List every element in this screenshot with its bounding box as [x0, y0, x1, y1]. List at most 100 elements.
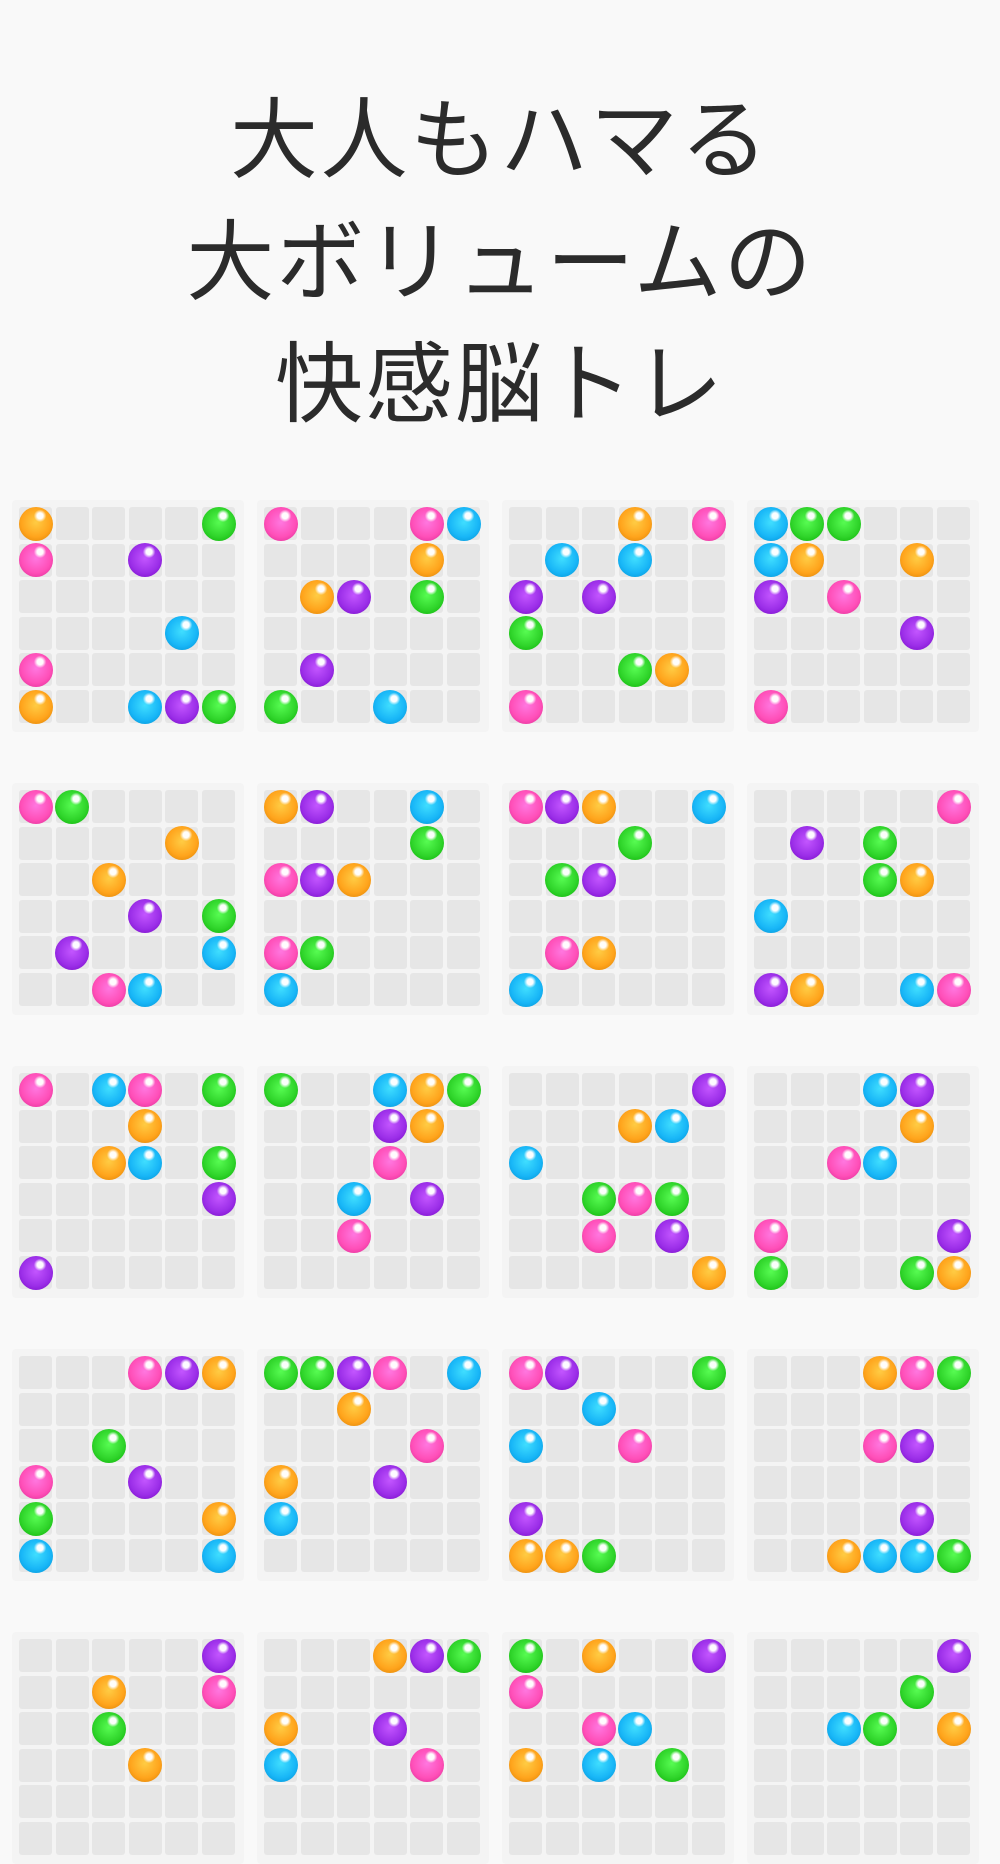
grid-cell	[582, 616, 616, 650]
grid-cell	[128, 863, 162, 897]
puzzle-board[interactable]	[747, 1632, 979, 1864]
grid-cell	[827, 690, 861, 723]
grid-cell	[337, 1465, 371, 1499]
grid-cell	[692, 616, 725, 650]
puzzle-board[interactable]	[502, 1066, 734, 1298]
grid-cell	[373, 653, 407, 687]
puzzle-board[interactable]	[12, 500, 244, 732]
grid-cell	[545, 1639, 579, 1672]
puzzle-board[interactable]	[747, 783, 979, 1015]
puzzle-board[interactable]	[502, 500, 734, 732]
grid-cell	[202, 543, 235, 577]
grid-cell	[545, 1712, 579, 1746]
orange-ball	[654, 652, 689, 687]
grid-cell	[337, 1675, 371, 1709]
grid-cell	[692, 1785, 725, 1819]
grid-cell	[863, 1256, 897, 1289]
grid-cell	[19, 1748, 52, 1782]
puzzle-board[interactable]	[502, 783, 734, 1015]
grid-cell	[863, 1182, 897, 1216]
grid-cell	[202, 580, 235, 614]
cyan-ball	[654, 1109, 689, 1144]
green-ball	[446, 1072, 481, 1107]
grid-cell	[900, 1465, 934, 1499]
grid-cell	[863, 936, 897, 970]
puzzle-board[interactable]	[502, 1349, 734, 1581]
grid-cell	[618, 1639, 652, 1672]
purple-ball	[654, 1218, 689, 1253]
pink-ball	[936, 972, 971, 1007]
grid-cell	[937, 1182, 970, 1216]
green-ball	[936, 1538, 971, 1573]
grid-cell	[264, 616, 297, 650]
puzzle-board[interactable]	[12, 783, 244, 1015]
grid-cell	[655, 936, 689, 970]
green-ball	[55, 789, 90, 824]
grid-cell	[900, 1639, 934, 1672]
green-ball	[91, 1428, 126, 1463]
pink-ball	[508, 1355, 543, 1390]
grid-cell	[337, 826, 371, 860]
grid-cell	[582, 1502, 616, 1536]
green-ball	[300, 1355, 335, 1390]
grid-cell	[863, 1465, 897, 1499]
puzzle-board[interactable]	[502, 1632, 734, 1864]
grid-cell	[827, 1356, 861, 1389]
grid-cell	[447, 936, 480, 970]
grid-cell	[410, 1356, 444, 1389]
grid-cell	[509, 1785, 542, 1819]
puzzle-board[interactable]	[257, 1632, 489, 1864]
grid-cell	[692, 899, 725, 933]
grid-cell	[827, 1465, 861, 1499]
puzzle-board[interactable]	[12, 1632, 244, 1864]
cyan-ball	[691, 789, 726, 824]
grid-cell	[165, 1785, 199, 1819]
puzzle-board[interactable]	[747, 1066, 979, 1298]
green-ball	[300, 935, 335, 970]
grid-cell	[655, 580, 689, 614]
green-ball	[508, 616, 543, 651]
grid-cell	[300, 1256, 334, 1289]
puzzle-board[interactable]	[257, 783, 489, 1015]
grid-cell	[264, 1639, 297, 1672]
orange-ball	[91, 862, 126, 897]
pink-ball	[826, 1145, 861, 1180]
grid-cell	[337, 936, 371, 970]
grid-cell	[827, 1429, 861, 1463]
puzzle-board[interactable]	[12, 1349, 244, 1581]
cyan-ball	[373, 689, 408, 724]
grid-cell	[790, 616, 824, 650]
puzzle-board[interactable]	[257, 1349, 489, 1581]
grid-cell	[300, 507, 334, 540]
orange-ball	[790, 543, 825, 578]
grid-cell	[545, 1073, 579, 1106]
grid-cell	[937, 826, 970, 860]
green-ball	[899, 1255, 934, 1290]
cyan-ball	[128, 972, 163, 1007]
grid-cell	[128, 580, 162, 614]
grid-cell	[55, 1675, 89, 1709]
grid-cell	[790, 1539, 824, 1572]
grid-cell	[582, 973, 616, 1006]
grid-cell	[790, 1465, 824, 1499]
puzzle-board[interactable]	[257, 1066, 489, 1298]
grid-cell	[827, 973, 861, 1006]
grid-cell	[827, 1748, 861, 1782]
grid-cell	[937, 1502, 970, 1536]
grid-cell	[937, 1073, 970, 1106]
orange-ball	[581, 789, 616, 824]
puzzle-board[interactable]	[747, 1349, 979, 1581]
grid-cell	[165, 1182, 199, 1216]
puzzle-board[interactable]	[257, 500, 489, 732]
pink-ball	[373, 1355, 408, 1390]
grid-cell	[692, 690, 725, 723]
grid-cell	[937, 1429, 970, 1463]
grid-cell	[509, 653, 542, 687]
puzzle-board[interactable]	[12, 1066, 244, 1298]
cyan-ball	[753, 506, 788, 541]
puzzle-board[interactable]	[747, 500, 979, 732]
grid-cell	[692, 1219, 725, 1253]
grid-cell	[202, 1748, 235, 1782]
grid-cell	[618, 1748, 652, 1782]
grid-cell	[447, 973, 480, 1006]
